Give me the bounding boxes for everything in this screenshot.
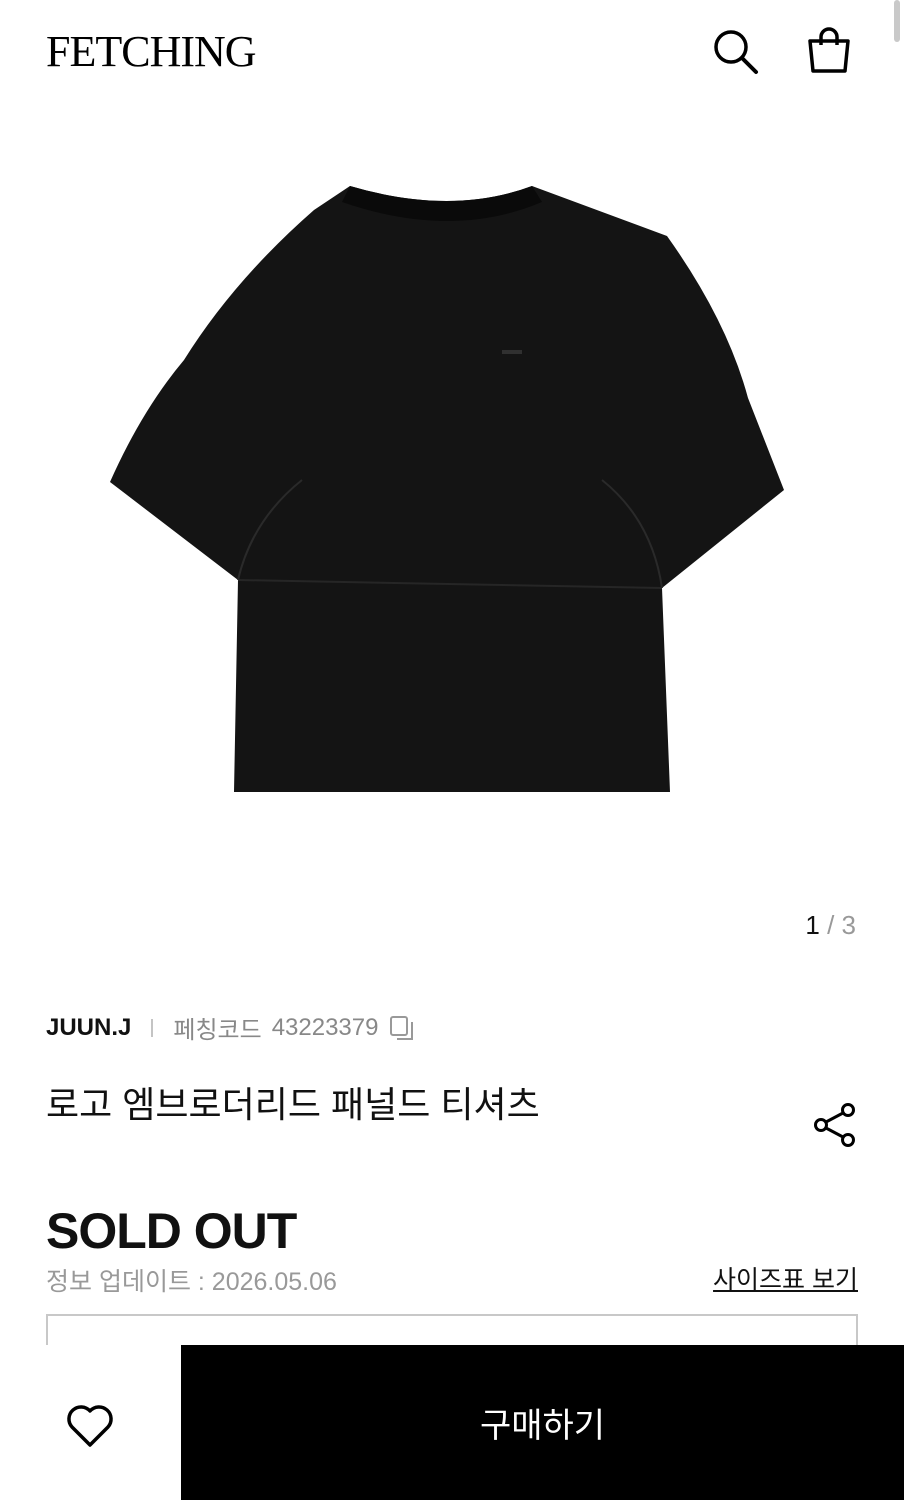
pager-total: 3 xyxy=(841,910,856,940)
divider xyxy=(151,1018,154,1037)
size-chart-link[interactable]: 사이즈표 보기 xyxy=(713,1260,858,1296)
heart-icon xyxy=(67,1405,113,1447)
share-button[interactable] xyxy=(810,1100,860,1150)
bottom-action-bar: 구매하기 xyxy=(0,1345,904,1500)
brand-name[interactable]: JUUN.J xyxy=(46,1014,131,1042)
buy-button[interactable]: 구매하기 xyxy=(181,1345,904,1500)
search-button[interactable] xyxy=(710,26,760,76)
share-icon xyxy=(814,1103,855,1147)
search-icon xyxy=(714,30,758,74)
image-pager: 1 / 3 xyxy=(805,910,856,941)
copy-icon xyxy=(390,1015,414,1040)
fetching-code: 43223379 xyxy=(271,1013,379,1041)
shopping-bag-icon xyxy=(808,27,850,73)
product-title: 로고 엠브로더리드 패널드 티셔츠 xyxy=(46,1084,540,1125)
sold-out-status: SOLD OUT xyxy=(46,1203,297,1259)
fetching-code-label: 페칭코드 xyxy=(173,1017,262,1044)
product-image xyxy=(110,186,784,792)
cart-button[interactable] xyxy=(804,26,854,76)
pager-separator: / xyxy=(827,910,835,940)
updated-date: 정보 업데이트 : 2026.05.06 xyxy=(46,1268,337,1296)
copy-code-button[interactable] xyxy=(388,1014,416,1042)
pager-current: 1 xyxy=(805,910,820,940)
product-meta: JUUN.J 페칭코드 43223379 xyxy=(46,1010,416,1045)
top-header: FETCHING xyxy=(0,0,904,100)
scrollbar[interactable] xyxy=(894,0,900,42)
site-logo[interactable]: FETCHING xyxy=(46,26,257,77)
product-image-carousel[interactable] xyxy=(0,100,904,900)
wishlist-button[interactable] xyxy=(60,1395,120,1455)
